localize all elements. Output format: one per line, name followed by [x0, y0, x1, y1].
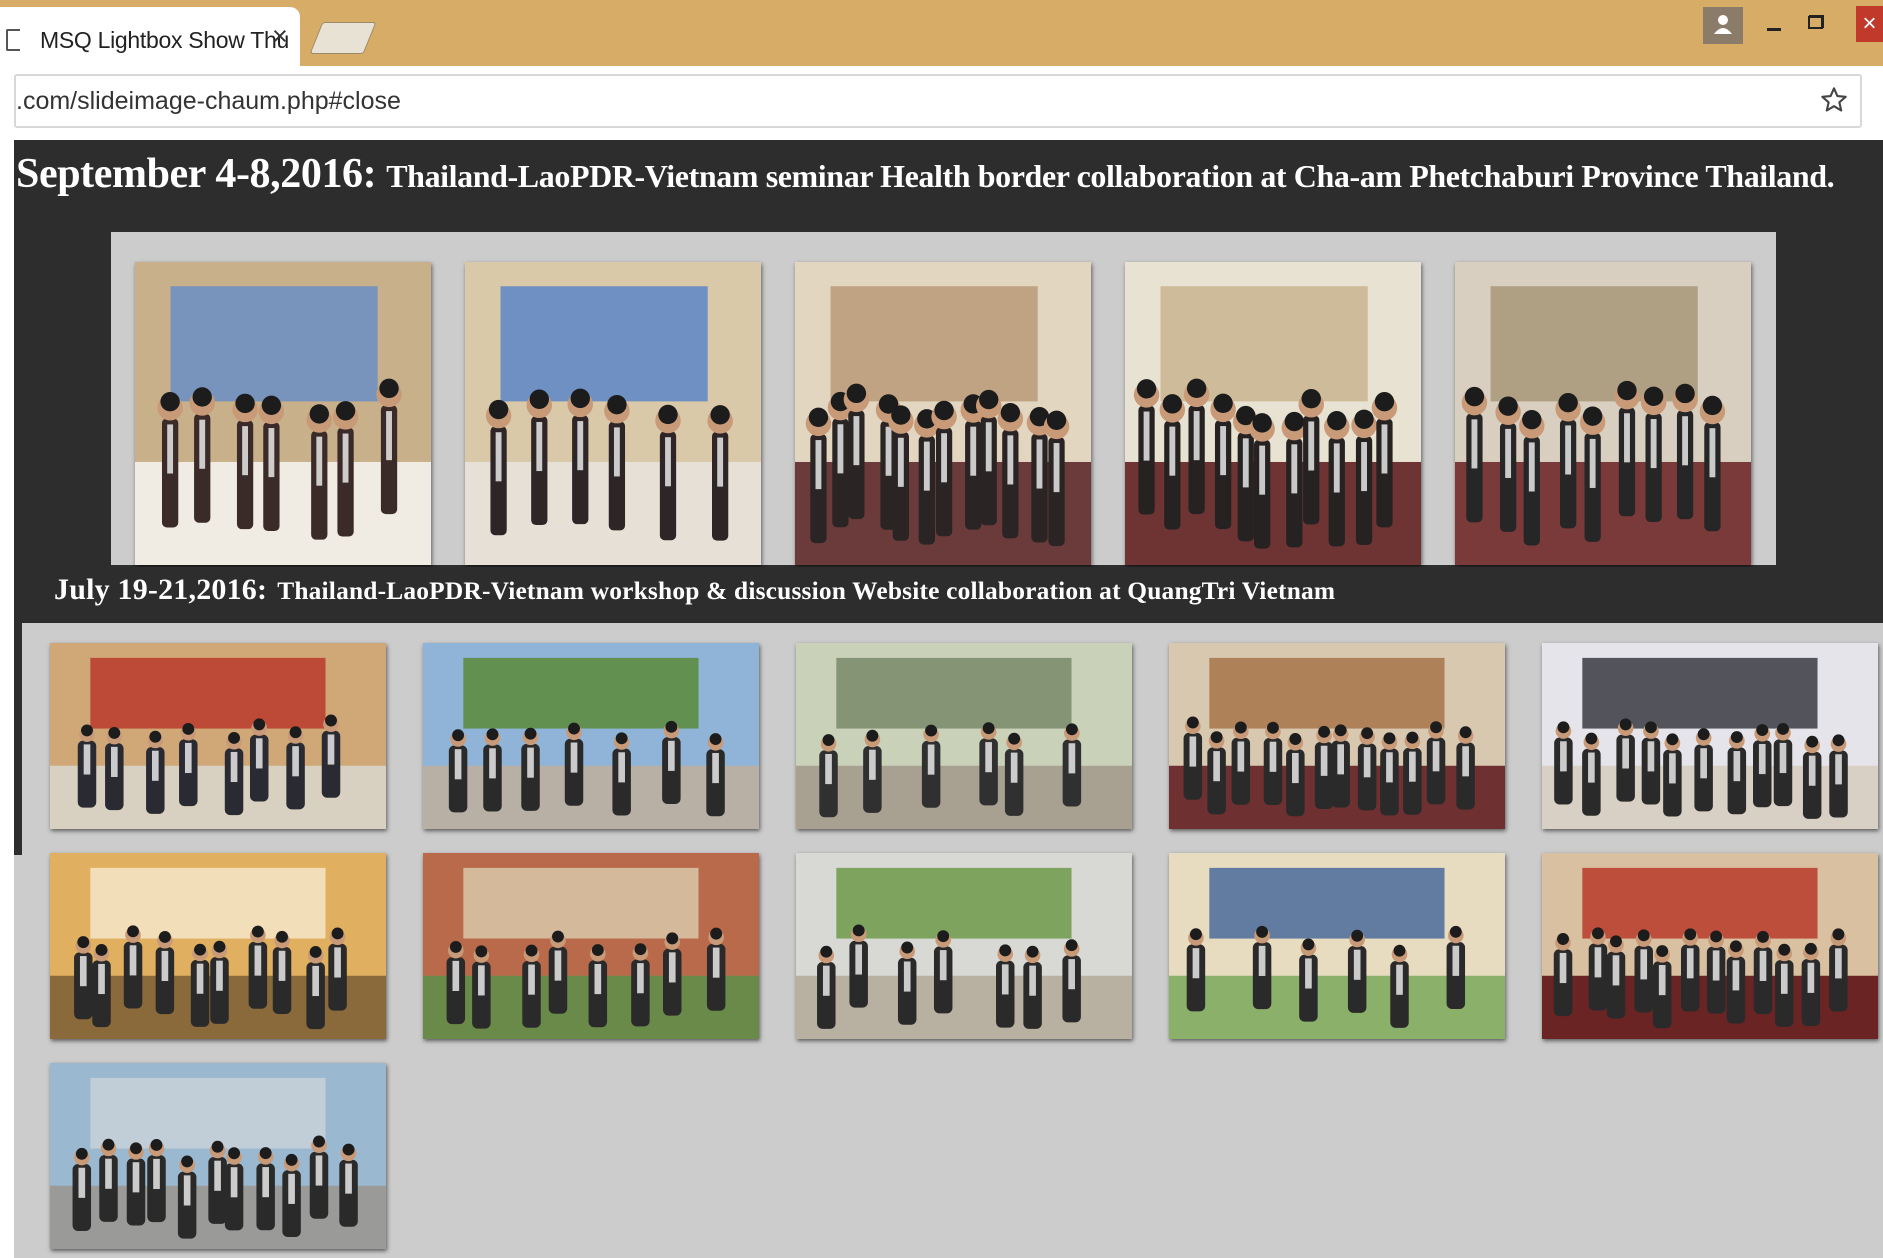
photo-thumbnail[interactable]: [1542, 643, 1878, 829]
photo-thumbnail[interactable]: [50, 1063, 386, 1249]
photo-image: [423, 853, 759, 1039]
photo-thumbnail[interactable]: [50, 643, 386, 829]
photo-thumbnail[interactable]: [1169, 643, 1505, 829]
photo-thumbnail[interactable]: [1125, 262, 1421, 565]
photo-image: [50, 643, 386, 829]
address-bar[interactable]: [14, 74, 1862, 128]
photo-thumbnail[interactable]: [423, 853, 759, 1039]
photo-image: [1169, 853, 1505, 1039]
photo-image: [1542, 643, 1878, 829]
event-section-july: July 19-21,2016: Thailand-LaoPDR-Vietnam …: [14, 567, 1883, 623]
photo-thumbnail[interactable]: [423, 643, 759, 829]
tab-strip: MSQ Lightbox Show Thu × ×: [0, 0, 1883, 66]
user-icon: [1714, 15, 1732, 34]
photo-thumbnail[interactable]: [50, 853, 386, 1039]
event-section-september: September 4-8,2016: Thailand-LaoPDR-Vietn…: [14, 140, 1883, 567]
photo-image: [795, 262, 1091, 565]
photo-image: [135, 262, 431, 565]
event-description: Thailand-LaoPDR-Vietnam workshop & discu…: [277, 577, 1336, 605]
photo-thumbnail[interactable]: [1542, 853, 1878, 1039]
photo-image: [796, 853, 1132, 1039]
photo-thumbnail[interactable]: [1455, 262, 1751, 565]
photo-image: [423, 643, 759, 829]
photo-image: [465, 262, 761, 565]
bookmark-star-icon[interactable]: [1820, 86, 1848, 114]
photo-image: [50, 1063, 386, 1249]
photo-gallery-september: [111, 232, 1776, 565]
url-input[interactable]: [16, 76, 1796, 126]
window-restore-button[interactable]: [1808, 15, 1824, 29]
event-heading-july: July 19-21,2016: Thailand-LaoPDR-Vietnam …: [54, 573, 1335, 607]
dark-edge: [14, 623, 22, 855]
window-close-button[interactable]: ×: [1856, 6, 1883, 42]
photo-image: [1542, 853, 1878, 1039]
profile-button[interactable]: [1703, 7, 1743, 44]
photo-thumbnail[interactable]: [796, 643, 1132, 829]
page-content: September 4-8,2016: Thailand-LaoPDR-Vietn…: [14, 140, 1883, 1258]
photo-thumbnail[interactable]: [796, 853, 1132, 1039]
tab-close-icon[interactable]: ×: [272, 23, 288, 50]
photo-image: [50, 853, 386, 1039]
photo-thumbnail[interactable]: [1169, 853, 1505, 1039]
page-icon: [6, 29, 20, 51]
photo-image: [796, 643, 1132, 829]
browser-tab-active[interactable]: MSQ Lightbox Show Thu ×: [0, 7, 300, 66]
photo-thumbnail[interactable]: [795, 262, 1091, 565]
event-description: Thailand-LaoPDR-Vietnam seminar Health b…: [386, 158, 1835, 194]
event-heading-september: September 4-8,2016: Thailand-LaoPDR-Vietn…: [16, 150, 1835, 198]
window-minimize-button[interactable]: [1767, 28, 1781, 31]
tab-title: MSQ Lightbox Show Thu: [40, 27, 289, 53]
photo-thumbnail[interactable]: [465, 262, 761, 565]
photo-image: [1455, 262, 1751, 565]
event-date: July 19-21,2016:: [54, 573, 268, 606]
photo-image: [1169, 643, 1505, 829]
new-tab-button[interactable]: [309, 22, 377, 54]
photo-image: [1125, 262, 1421, 565]
browser-toolbar: [0, 66, 1883, 140]
photo-thumbnail[interactable]: [135, 262, 431, 565]
event-date: September 4-8,2016:: [16, 151, 377, 197]
